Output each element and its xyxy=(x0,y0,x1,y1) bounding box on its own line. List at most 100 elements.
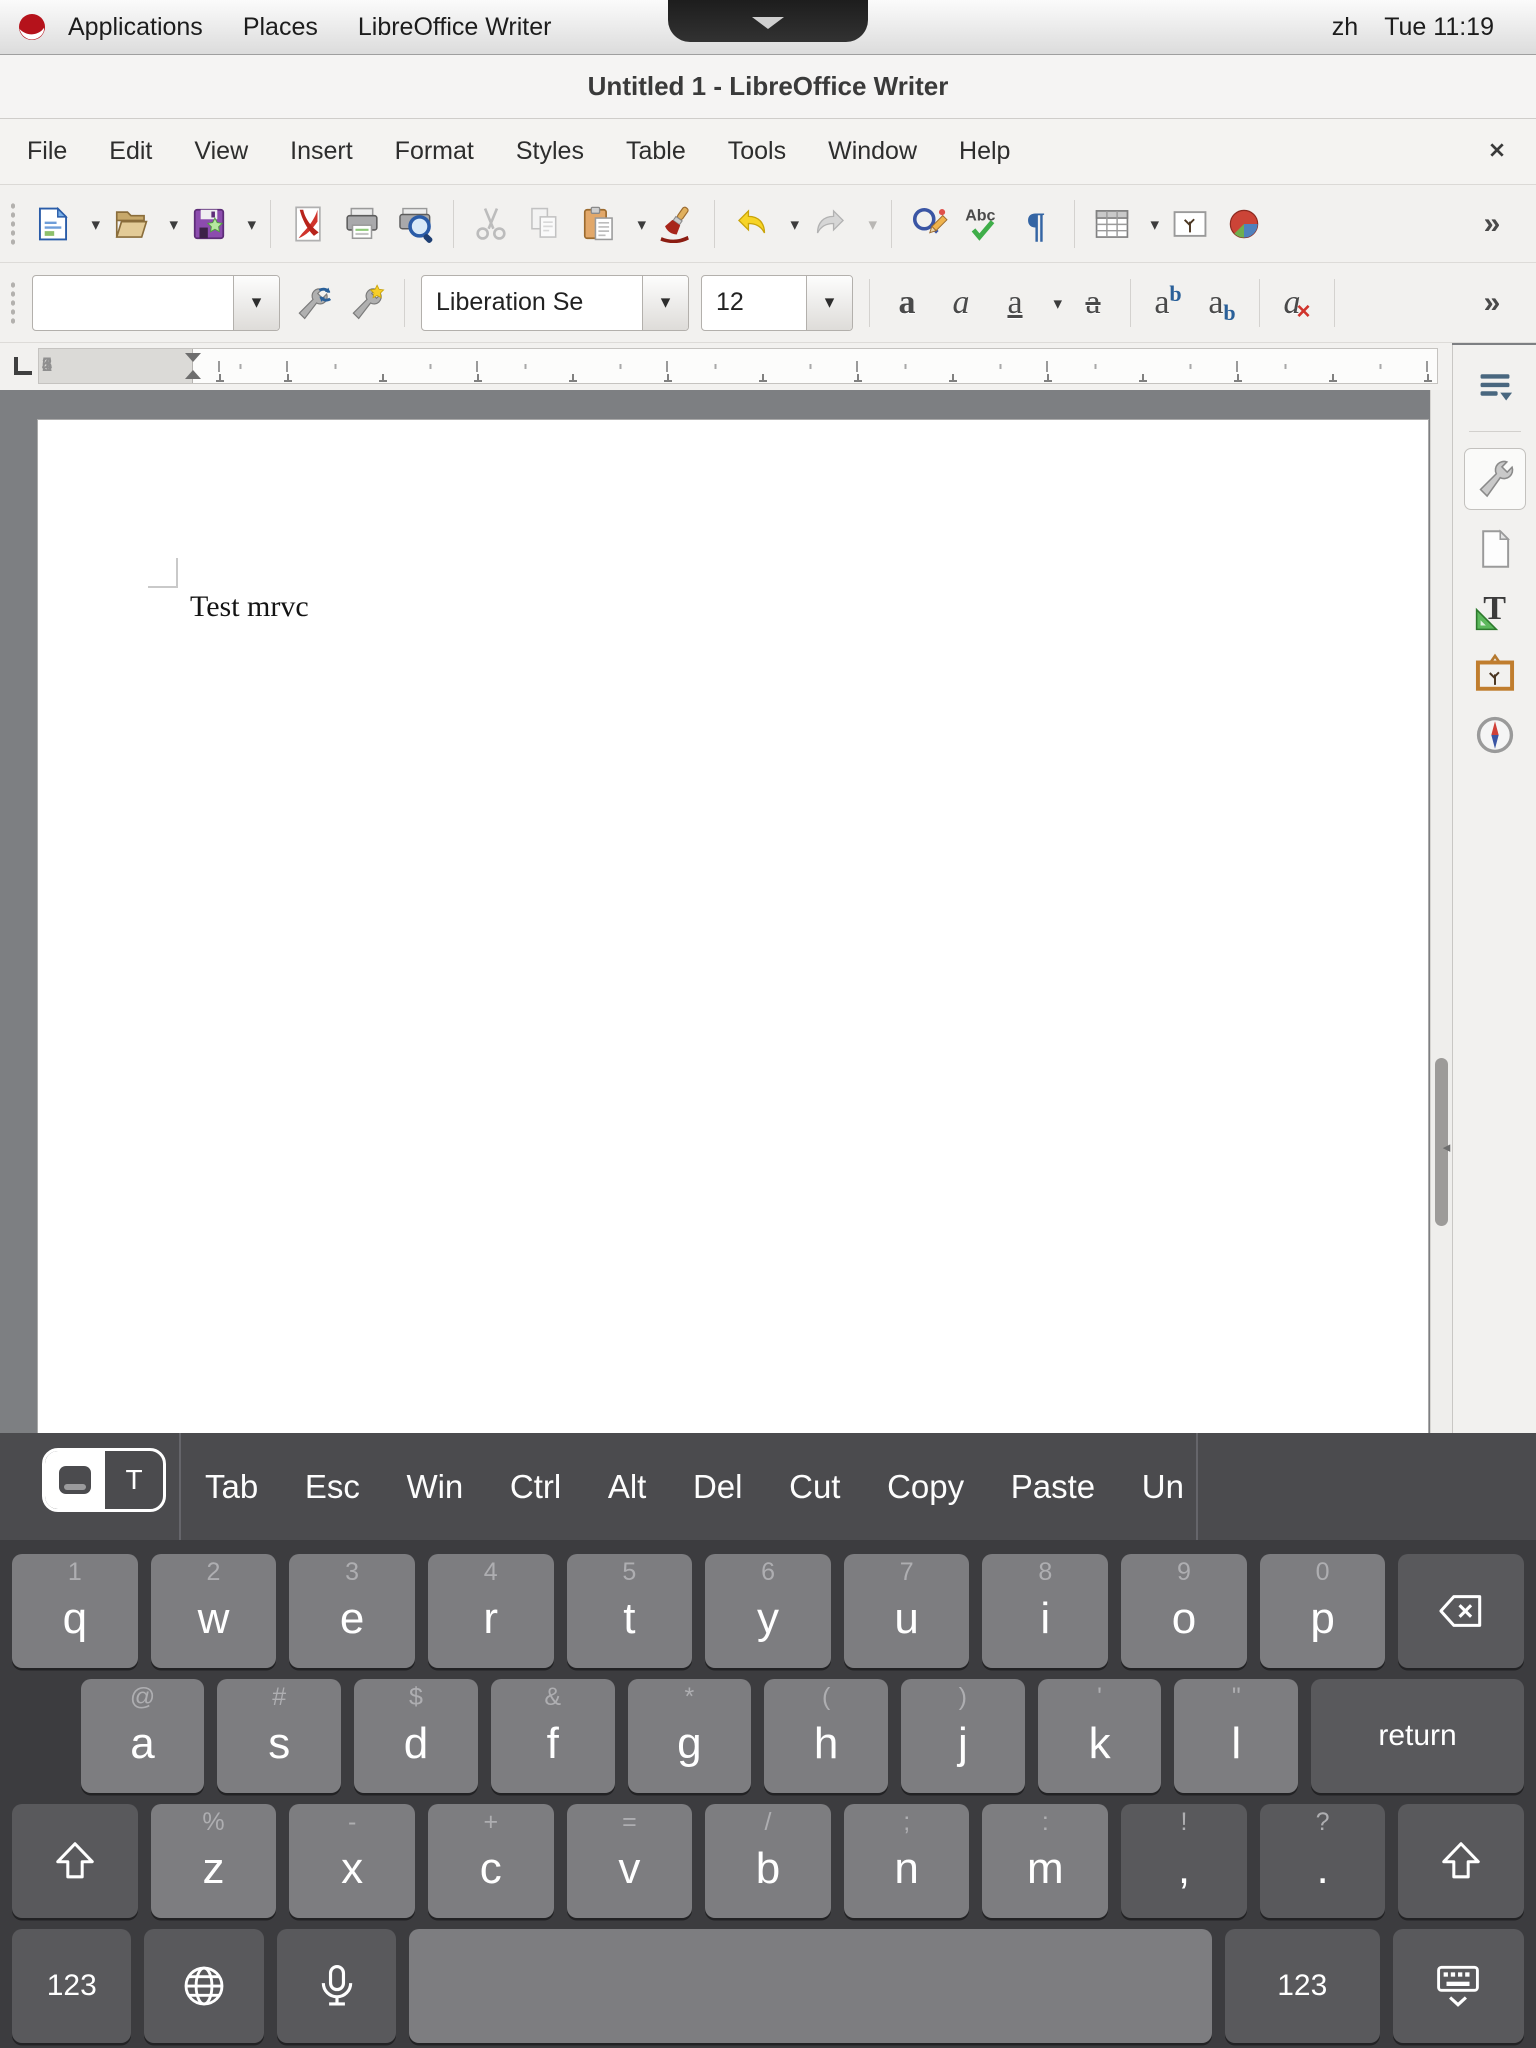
redo-button[interactable] xyxy=(803,196,857,252)
key-l[interactable]: " l xyxy=(1174,1679,1298,1793)
key-123-right[interactable]: 123 xyxy=(1225,1929,1381,2043)
key-t[interactable]: 5 t xyxy=(567,1554,693,1668)
shortcut-key[interactable]: Cut xyxy=(789,1468,840,1506)
copy-button[interactable] xyxy=(518,196,572,252)
key-c[interactable]: + c xyxy=(428,1804,554,1918)
window-title-bar[interactable]: Untitled 1 - LibreOffice Writer xyxy=(0,55,1536,119)
underline-button[interactable]: a xyxy=(988,275,1042,331)
key-s[interactable]: # s xyxy=(217,1679,341,1793)
menu-item[interactable]: Help xyxy=(938,119,1031,184)
menu-item[interactable]: Format xyxy=(374,119,495,184)
clone-formatting-button[interactable] xyxy=(650,196,704,252)
screen-notch-handle[interactable] xyxy=(668,0,868,42)
formatting-marks-button[interactable] xyxy=(1010,196,1064,252)
menu-item[interactable]: View xyxy=(173,119,269,184)
keyboard-mode-toggle[interactable]: T xyxy=(42,1448,166,1512)
key-j[interactable]: ) j xyxy=(901,1679,1025,1793)
update-style-button[interactable] xyxy=(286,275,340,331)
key-shift-left[interactable] xyxy=(12,1804,138,1918)
shortcut-key[interactable]: Copy xyxy=(887,1468,964,1506)
key-y[interactable]: 6 y xyxy=(705,1554,831,1668)
toolbar-grip[interactable] xyxy=(8,281,18,325)
key-period[interactable]: ? . xyxy=(1260,1804,1386,1918)
close-document-button[interactable] xyxy=(1480,135,1514,169)
key-space[interactable] xyxy=(409,1929,1211,2043)
key-z[interactable]: % z xyxy=(151,1804,277,1918)
superscript-button[interactable]: a b xyxy=(1141,275,1195,331)
clock[interactable]: Tue 11:19 xyxy=(1384,13,1494,42)
left-indent-marker[interactable] xyxy=(185,370,201,379)
find-replace-button[interactable] xyxy=(902,196,956,252)
strikethrough-button[interactable]: a xyxy=(1066,275,1120,331)
page-tab[interactable] xyxy=(1464,522,1526,576)
clear-formatting-button[interactable]: a × xyxy=(1270,275,1324,331)
insert-chart-button[interactable] xyxy=(1217,196,1271,252)
key-m[interactable]: : m xyxy=(982,1804,1108,1918)
key-123-left[interactable]: 123 xyxy=(12,1929,131,2043)
shortcut-key[interactable]: Alt xyxy=(608,1468,647,1506)
paste-button[interactable] xyxy=(572,196,626,252)
sidebar-settings-tab[interactable] xyxy=(1464,359,1526,413)
font-size-input[interactable]: 12 xyxy=(702,276,806,330)
text-mode-segment[interactable]: T xyxy=(105,1451,163,1509)
key-h[interactable]: ( h xyxy=(764,1679,888,1793)
key-f[interactable]: & f xyxy=(491,1679,615,1793)
spelling-button[interactable] xyxy=(956,196,1010,252)
vertical-scrollbar[interactable] xyxy=(1430,390,1452,1433)
system-menu-item[interactable]: Applications xyxy=(48,0,223,54)
key-p[interactable]: 0 p xyxy=(1260,1554,1386,1668)
key-backspace[interactable] xyxy=(1398,1554,1524,1668)
key-o[interactable]: 9 o xyxy=(1121,1554,1247,1668)
toolbar-overflow-button[interactable]: » xyxy=(1464,196,1518,252)
close-button[interactable] xyxy=(1486,67,1526,107)
toolbar-overflow-button[interactable]: » xyxy=(1464,275,1518,331)
input-method-indicator[interactable]: zh xyxy=(1332,13,1358,42)
gallery-tab[interactable] xyxy=(1464,646,1526,700)
paragraph-style-dropdown[interactable] xyxy=(233,276,279,330)
shortcut-key[interactable]: Un xyxy=(1142,1468,1184,1506)
key-globe[interactable] xyxy=(144,1929,263,2043)
key-g[interactable]: * g xyxy=(628,1679,752,1793)
cut-button[interactable] xyxy=(464,196,518,252)
italic-button[interactable]: a xyxy=(934,275,988,331)
system-menu-item[interactable]: LibreOffice Writer xyxy=(338,0,572,54)
menu-item[interactable]: Window xyxy=(807,119,938,184)
trackpad-mode-segment[interactable] xyxy=(45,1451,105,1509)
subscript-button[interactable]: a b xyxy=(1195,275,1249,331)
menu-item[interactable]: Tools xyxy=(707,119,807,184)
menu-item[interactable]: Styles xyxy=(495,119,605,184)
key-b[interactable]: / b xyxy=(705,1804,831,1918)
key-x[interactable]: - x xyxy=(289,1804,415,1918)
menu-item[interactable]: File xyxy=(6,119,88,184)
key-n[interactable]: ; n xyxy=(844,1804,970,1918)
document-text[interactable]: Test mrvc xyxy=(190,590,309,624)
key-d[interactable]: $ d xyxy=(354,1679,478,1793)
key-w[interactable]: 2 w xyxy=(151,1554,277,1668)
key-r[interactable]: 4 r xyxy=(428,1554,554,1668)
key-i[interactable]: 8 i xyxy=(982,1554,1108,1668)
insert-image-button[interactable] xyxy=(1163,196,1217,252)
font-name-dropdown[interactable] xyxy=(642,276,688,330)
shortcut-key[interactable]: Del xyxy=(693,1468,743,1506)
font-size-dropdown[interactable] xyxy=(806,276,852,330)
key-k[interactable]: ' k xyxy=(1038,1679,1162,1793)
bold-button[interactable]: a xyxy=(880,275,934,331)
first-line-indent-marker[interactable] xyxy=(185,353,201,362)
document-page[interactable]: Test mrvc xyxy=(38,420,1428,1433)
menu-item[interactable]: Insert xyxy=(269,119,374,184)
sidebar-collapse-handle[interactable]: ◂ xyxy=(1440,1127,1453,1167)
horizontal-ruler[interactable]: 123456 xyxy=(38,348,1438,384)
key-a[interactable]: @ a xyxy=(81,1679,205,1793)
menu-item[interactable]: Table xyxy=(605,119,707,184)
shortcut-key[interactable]: Ctrl xyxy=(510,1468,561,1506)
new-document-button[interactable] xyxy=(26,196,80,252)
styles-tab[interactable] xyxy=(1464,584,1526,638)
open-button[interactable] xyxy=(104,196,158,252)
key-mic[interactable] xyxy=(277,1929,396,2043)
undo-button[interactable] xyxy=(725,196,779,252)
properties-tab[interactable] xyxy=(1464,448,1526,510)
navigator-tab[interactable] xyxy=(1464,708,1526,762)
key-dismiss[interactable] xyxy=(1393,1929,1524,2043)
key-comma[interactable]: ! , xyxy=(1121,1804,1247,1918)
tab-stop-type-selector[interactable] xyxy=(10,353,36,379)
